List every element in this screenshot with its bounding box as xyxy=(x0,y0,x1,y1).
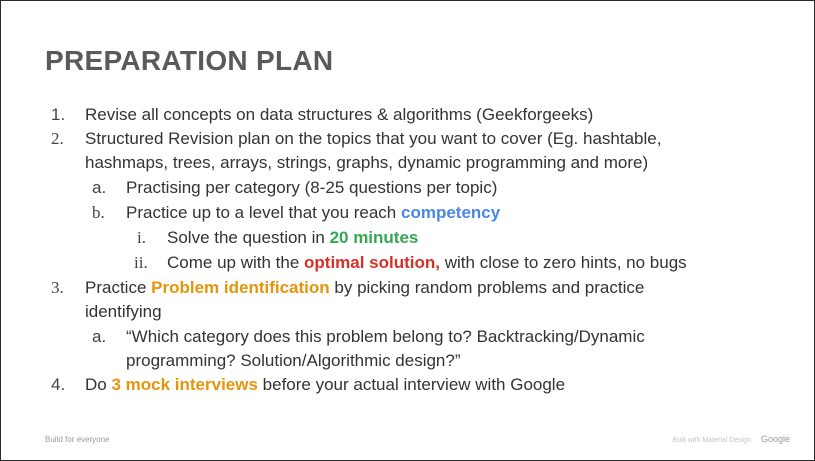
list-marker-2b-ii: ii. xyxy=(134,253,148,272)
highlight-20-minutes: 20 minutes xyxy=(329,228,419,247)
list-item-3a-line-2: programming? Solution/Algorithmic design… xyxy=(126,351,461,370)
highlight-optimal-solution: optimal solution, xyxy=(304,253,441,272)
footer-branding: Built with Material Design Google xyxy=(672,434,790,444)
footer-small-text: Built with Material Design xyxy=(672,437,751,444)
list-marker-2b: b. xyxy=(92,203,105,222)
list-item-2b: Practice up to a level that you reach co… xyxy=(126,202,500,224)
list-item-2-line-1: Structured Revision plan on the topics t… xyxy=(85,129,662,148)
list-marker-3: 3. xyxy=(51,278,64,297)
list-item-2b-ii-text-after: with close to zero hints, no bugs xyxy=(440,253,687,272)
list-item-2b-i-text: Solve the question in xyxy=(167,228,330,247)
highlight-3-mock-interviews: 3 mock interviews xyxy=(111,375,258,394)
list-marker-2b-i: i. xyxy=(137,228,146,247)
list-item-4: Do 3 mock interviews before your actual … xyxy=(85,374,565,396)
list-item-1: Revise all concepts on data structures &… xyxy=(85,105,594,124)
list-item-3-line-2: identifying xyxy=(85,302,162,321)
slide-title: PREPARATION PLAN xyxy=(45,45,334,76)
list-item-3a-line-1: “Which category does this problem belong… xyxy=(126,327,645,346)
list-item-2b-i: Solve the question in 20 minutes xyxy=(167,227,418,249)
list-marker-4: 4. xyxy=(51,375,66,394)
list-marker-1: 1. xyxy=(51,105,66,124)
list-item-4-text-before: Do xyxy=(85,375,112,394)
google-logo: Google xyxy=(760,434,790,444)
list-marker-3a: a. xyxy=(92,327,107,346)
list-item-4-text-after: before your actual interview with Google xyxy=(257,375,566,394)
highlight-problem-identification: Problem identification xyxy=(151,278,330,297)
highlight-competency: competency xyxy=(401,203,501,222)
list-item-2a: Practising per category (8-25 questions … xyxy=(126,178,498,197)
list-item-2b-text: Practice up to a level that you reach xyxy=(126,203,401,222)
footer-tagline: Build for everyone xyxy=(45,435,110,444)
list-item-2b-ii-text-before: Come up with the xyxy=(167,253,305,272)
list-item-3-line-1: Practice Problem identification by picki… xyxy=(85,277,644,299)
list-item-3-text-after: by picking random problems and practice xyxy=(329,278,645,297)
list-item-2b-ii: Come up with the optimal solution, with … xyxy=(167,252,687,274)
slide: PREPARATION PLAN 1. Revise all concepts … xyxy=(0,0,815,461)
list-item-2-line-2: hashmaps, trees, arrays, strings, graphs… xyxy=(85,153,649,172)
list-item-3-text-before: Practice xyxy=(85,278,152,297)
list-marker-2a: a. xyxy=(92,178,107,197)
list-marker-2: 2. xyxy=(51,129,64,148)
